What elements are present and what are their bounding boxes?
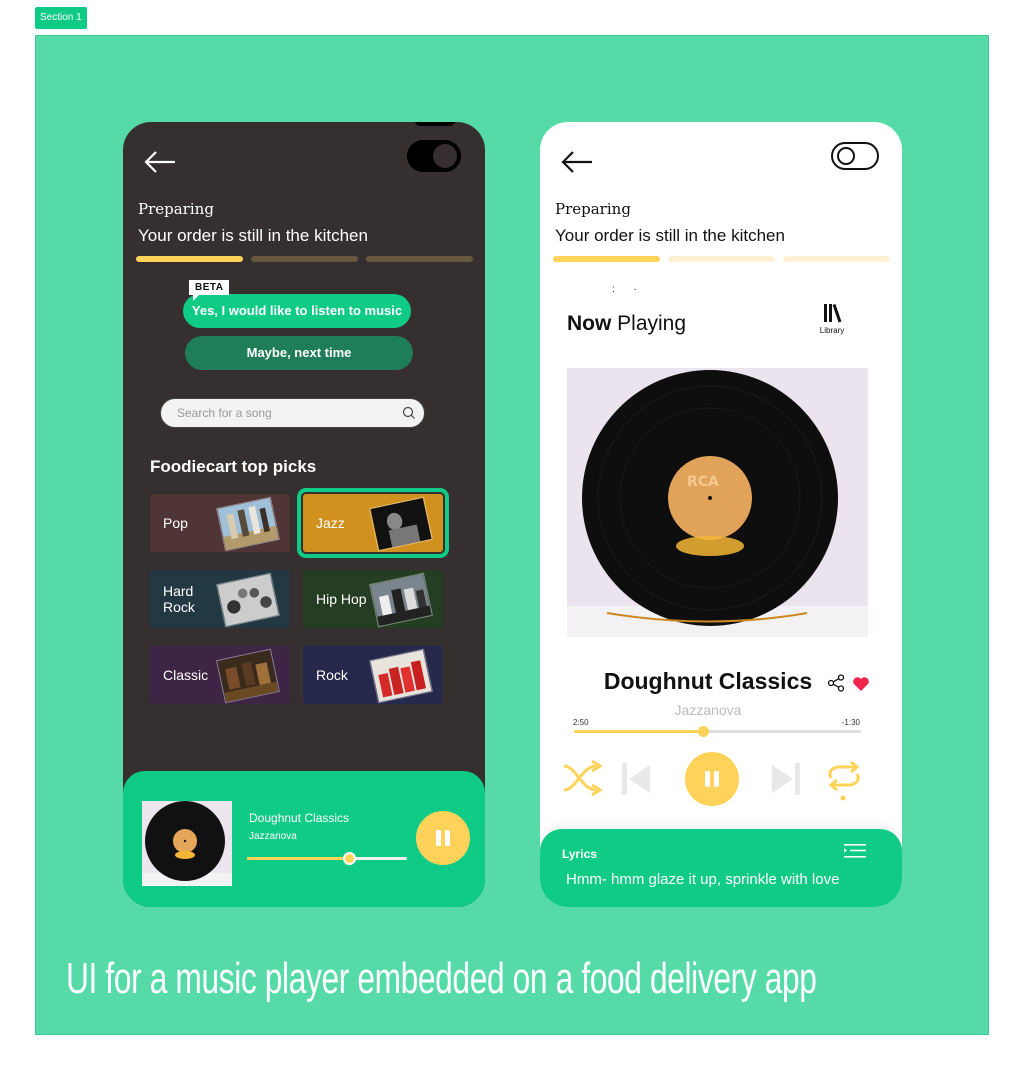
genre-card-hard-rock[interactable]: Hard Rock [150,570,290,628]
progress-step [783,256,890,262]
order-status-label: Preparing [138,200,214,218]
arrow-left-icon[interactable] [143,150,177,174]
genre-card-jazz[interactable]: Jazz [297,488,449,558]
genre-card-classic[interactable]: Classic [150,646,290,704]
track-title: Doughnut Classics [603,668,813,694]
now-playing-heading: Now Playing [567,312,686,336]
progress-step [366,256,473,262]
beta-badge: BETA [189,280,230,301]
order-status-label: Preparing [555,200,631,218]
now-playing-rest: Playing [611,312,687,335]
caption-heading: UI for a music player embedded on a food… [66,954,817,1003]
pause-icon [436,830,450,846]
album-art: RCA [567,368,868,637]
lyrics-label: Lyrics [562,847,597,861]
mini-progress-slider[interactable] [247,852,407,865]
order-status-message: Your order is still in the kitchen [555,226,785,245]
top-picks-heading: Foodiecart top picks [150,457,317,476]
order-status-message: Your order is still in the kitchen [138,226,368,245]
genre-photo [369,648,433,704]
next-track-icon[interactable] [770,762,802,796]
light-phone-screen: Preparing Your order is still in the kit… [540,122,902,907]
mini-progress-fill [247,857,350,860]
progress-step [136,256,243,262]
search-input[interactable] [177,399,377,427]
toggle-knob [433,144,457,168]
progress-step [251,256,358,262]
genre-photo [216,496,280,552]
genre-card-hip-hop[interactable]: Hip Hop [303,570,443,628]
lyrics-card[interactable]: Lyrics Hmm- hmm glaze it up, sprinkle wi… [540,829,902,907]
progress-step [668,256,775,262]
genre-label: Hip Hop [316,591,367,607]
section-frame: Preparing Your order is still in the kit… [35,35,989,1035]
track-artist: Jazzanova [674,702,742,718]
svg-text:RCA: RCA [687,474,719,490]
playback-progress-thumb[interactable] [697,726,709,737]
dark-phone-screen: Preparing Your order is still in the kit… [123,122,485,907]
toggle-knob [837,147,855,165]
search-icon[interactable] [402,406,416,420]
pause-icon [705,771,719,787]
library-button[interactable]: Library [817,302,847,335]
genre-label: Jazz [316,515,345,531]
library-icon [824,304,842,323]
shuffle-icon[interactable] [562,760,606,796]
genre-label: Pop [163,515,188,531]
album-art-thumbnail [142,801,232,886]
time-remaining: -1:30 [841,718,860,727]
playback-progress-slider[interactable] [574,726,861,737]
genre-photo [369,496,433,552]
mini-track-artist: Jazzanova [249,831,297,842]
playlist-icon[interactable] [844,843,866,859]
share-icon[interactable] [827,674,845,692]
progress-step [553,256,660,262]
decorative-dots: : · [612,284,645,295]
genre-photo [369,572,433,628]
music-toggle[interactable] [407,140,461,172]
playback-progress-fill [574,730,704,733]
genre-label: Rock [316,667,348,683]
listen-yes-button[interactable]: Yes, I would like to listen to music [183,294,411,328]
playback-controls [540,748,902,806]
mini-progress-thumb[interactable] [342,852,356,865]
time-elapsed: 2:50 [573,718,589,727]
genre-photo [216,648,280,704]
mini-track-title: Doughnut Classics [249,811,350,825]
genre-card-pop[interactable]: Pop [150,494,290,552]
genre-card-rock[interactable]: Rock [303,646,443,704]
pause-button[interactable] [685,752,739,806]
phone-notch [415,122,455,126]
heart-icon[interactable] [852,676,870,692]
lyrics-line: Hmm- hmm glaze it up, sprinkle with love [566,871,840,888]
song-search [160,398,425,428]
maybe-later-button[interactable]: Maybe, next time [185,336,413,370]
music-toggle[interactable] [831,142,879,170]
order-progress [136,256,473,262]
now-playing-bold: Now [567,312,612,335]
repeat-icon[interactable] [823,760,865,804]
previous-track-icon[interactable] [620,762,652,796]
arrow-left-icon[interactable] [560,150,594,174]
genre-label: Hard Rock [163,583,195,615]
mini-player[interactable]: Doughnut Classics Jazzanova [123,771,485,907]
mini-pause-button[interactable] [416,811,470,865]
order-progress [553,256,890,262]
section-tag[interactable]: Section 1 [35,7,87,29]
genre-photo [216,572,280,628]
library-label: Library [819,326,845,335]
genre-label: Classic [163,667,209,683]
